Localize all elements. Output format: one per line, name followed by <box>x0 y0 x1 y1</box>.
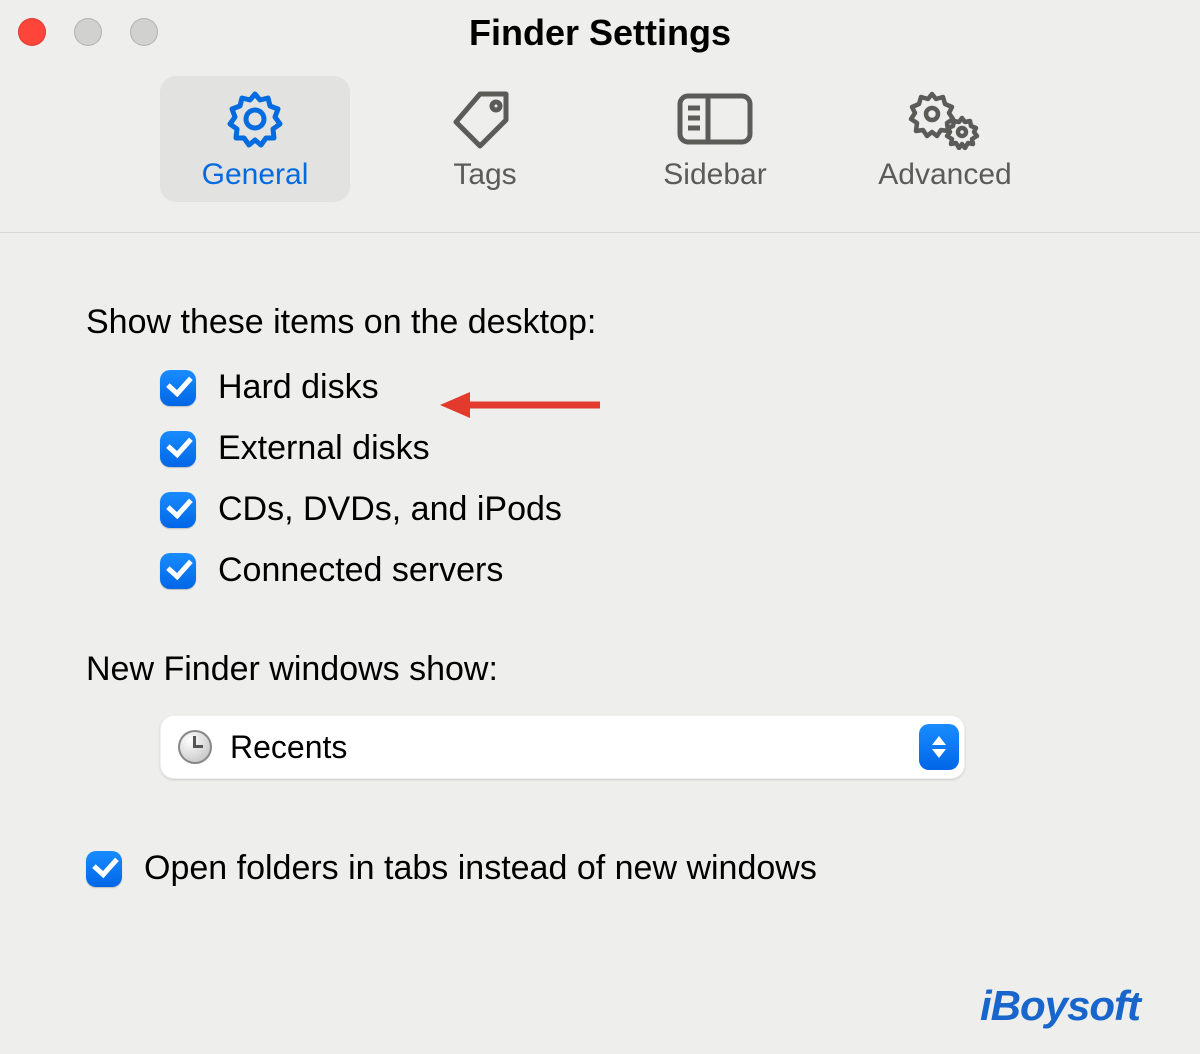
general-pane: Show these items on the desktop: Hard di… <box>0 233 1200 888</box>
checkbox-label: External disks <box>218 429 430 468</box>
tab-general[interactable]: General <box>160 76 350 202</box>
zoom-window-button[interactable] <box>130 18 158 46</box>
new-finder-windows-heading: New Finder windows show: <box>86 650 1114 689</box>
checkbox-connected-servers[interactable] <box>160 553 196 589</box>
titlebar: Finder Settings <box>0 0 1200 56</box>
traffic-lights <box>18 18 158 46</box>
checkbox-row-external-disks: External disks <box>160 429 1114 468</box>
checkbox-label: Connected servers <box>218 551 503 590</box>
close-window-button[interactable] <box>18 18 46 46</box>
tab-label: General <box>170 158 340 192</box>
desktop-items-heading: Show these items on the desktop: <box>86 303 1114 342</box>
tab-label: Tags <box>400 158 570 192</box>
window-title: Finder Settings <box>469 12 731 54</box>
watermark: iBoysoft <box>980 982 1140 1030</box>
tab-label: Advanced <box>860 158 1030 192</box>
dropdown-selected-label: Recents <box>230 729 901 766</box>
checkbox-external-disks[interactable] <box>160 431 196 467</box>
tab-sidebar[interactable]: Sidebar <box>620 76 810 202</box>
dropdown-chevrons-icon <box>919 724 959 770</box>
checkbox-row-open-in-tabs: Open folders in tabs instead of new wind… <box>86 849 1114 888</box>
sidebar-icon <box>672 88 758 150</box>
checkbox-row-hard-disks: Hard disks <box>160 368 1114 407</box>
checkbox-cds-dvds-ipods[interactable] <box>160 492 196 528</box>
checkbox-label: CDs, DVDs, and iPods <box>218 490 562 529</box>
tag-icon <box>450 88 520 150</box>
tab-tags[interactable]: Tags <box>390 76 580 202</box>
checkbox-open-in-tabs[interactable] <box>86 851 122 887</box>
checkbox-label: Hard disks <box>218 368 379 407</box>
checkbox-row-servers: Connected servers <box>160 551 1114 590</box>
checkbox-label: Open folders in tabs instead of new wind… <box>144 849 817 888</box>
gear-icon <box>220 88 290 150</box>
toolbar: General Tags Sidebar <box>0 56 1200 233</box>
checkbox-hard-disks[interactable] <box>160 370 196 406</box>
recents-icon <box>178 730 212 764</box>
tab-advanced[interactable]: Advanced <box>850 76 1040 202</box>
minimize-window-button[interactable] <box>74 18 102 46</box>
checkbox-row-cds: CDs, DVDs, and iPods <box>160 490 1114 529</box>
gears-icon <box>902 88 988 150</box>
new-finder-windows-dropdown[interactable]: Recents <box>160 715 965 779</box>
tab-label: Sidebar <box>630 158 800 192</box>
